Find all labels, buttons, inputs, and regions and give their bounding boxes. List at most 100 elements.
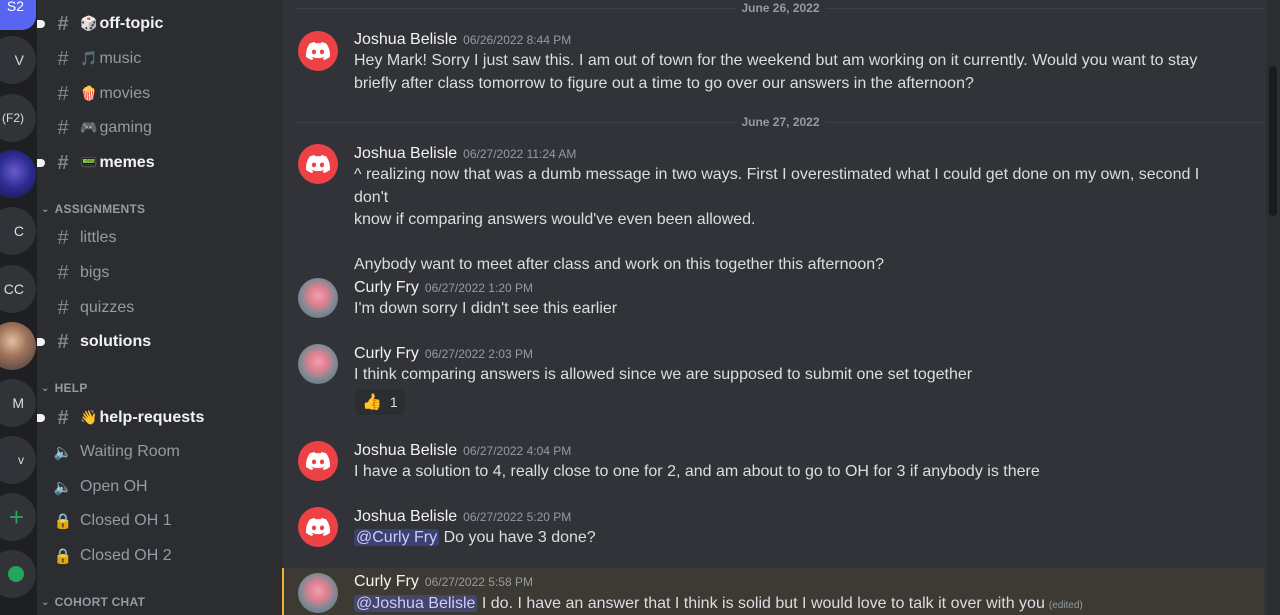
channel-list: # 🎲 off-topic # 🎵 music # 🍿 movies # 🎮 gamin…: [37, 0, 282, 615]
server-icon-s2[interactable]: S2: [0, 0, 36, 30]
channel-movies[interactable]: # 🍿 movies: [45, 78, 273, 110]
chevron-down-icon: ⌄: [41, 596, 50, 608]
username[interactable]: Curly Fry: [354, 279, 419, 296]
message-text: I'm down sorry I didn't see this earlier: [354, 300, 618, 317]
voice-channel-waiting-room[interactable]: 🔈 Waiting Room: [45, 436, 273, 468]
pager-icon: 📟: [80, 154, 98, 170]
hashtag-icon: #: [57, 226, 69, 249]
channel-off-topic[interactable]: # 🎲 off-topic: [37, 8, 273, 40]
channel-gaming[interactable]: # 🎮 gaming: [45, 112, 273, 144]
channel-littles[interactable]: # littles: [45, 222, 273, 254]
voice-channel-open-oh[interactable]: 🔈 Open OH: [45, 471, 273, 503]
explore-servers-button[interactable]: [0, 550, 36, 598]
scrollbar-thumb[interactable]: [1269, 66, 1277, 216]
user-mention[interactable]: @Curly Fry: [354, 529, 440, 546]
channel-bigs[interactable]: # bigs: [45, 257, 273, 289]
avatar[interactable]: [298, 278, 338, 318]
category-cohort-chat[interactable]: ⌄ COHORT CHAT: [41, 595, 145, 609]
message-text: briefly after class tomorrow to figure o…: [354, 74, 974, 92]
thumbs-up-icon: 👍: [362, 394, 382, 411]
user-mention[interactable]: @Joshua Belisle: [354, 595, 478, 612]
username[interactable]: Curly Fry: [354, 345, 419, 362]
avatar[interactable]: [298, 344, 338, 384]
message-text: know if comparing answers would've even …: [354, 211, 756, 228]
hashtag-icon: #: [57, 116, 69, 139]
channel-memes[interactable]: # 📟 memes: [37, 147, 273, 179]
reaction-count: 1: [389, 394, 398, 410]
popcorn-icon: 🍿: [80, 85, 98, 101]
unread-indicator: [37, 159, 45, 167]
date-divider: June 26, 2022: [297, 1, 1264, 15]
username[interactable]: Curly Fry: [354, 573, 419, 590]
compass-icon: [8, 566, 24, 582]
category-help[interactable]: ⌄ HELP: [41, 381, 88, 395]
chevron-down-icon: ⌄: [41, 203, 50, 215]
channel-music[interactable]: # 🎵 music: [45, 43, 273, 75]
username[interactable]: Joshua Belisle: [354, 508, 457, 525]
timestamp: 06/27/2022 5:20 PM: [463, 510, 572, 524]
server-icon-m[interactable]: M: [0, 379, 36, 427]
message-text: Hey Mark! Sorry I just saw this. I am ou…: [354, 52, 1198, 69]
timestamp: 06/27/2022 2:03 PM: [424, 347, 533, 361]
server-icon-v[interactable]: V: [0, 36, 36, 84]
channel-help-requests[interactable]: # 👋 help-requests: [37, 402, 273, 434]
username[interactable]: Joshua Belisle: [354, 442, 457, 459]
channel-solutions[interactable]: # solutions: [37, 326, 273, 358]
discord-logo-icon: [306, 518, 330, 536]
message-text: Anybody want to meet after class and wor…: [354, 256, 885, 273]
date-divider: June 27, 2022: [297, 115, 1264, 129]
hashtag-icon: #: [57, 151, 69, 174]
avatar[interactable]: [298, 441, 338, 481]
voice-channel-closed-oh-2[interactable]: 🔒 Closed OH 2: [45, 540, 273, 572]
chevron-down-icon: ⌄: [41, 382, 50, 394]
message-list: June 26, 2022 Joshua Belisle 06/26/2022 8…: [282, 0, 1280, 615]
unread-indicator: [37, 20, 45, 28]
game-controller-icon: 🎮: [80, 119, 98, 135]
timestamp: 06/27/2022 1:20 PM: [424, 281, 533, 295]
hashtag-icon: #: [57, 12, 69, 35]
server-icon-v-lower[interactable]: v: [0, 436, 36, 484]
server-icon-photo-2[interactable]: [0, 322, 36, 370]
username[interactable]: Joshua Belisle: [354, 145, 457, 162]
server-icon-c[interactable]: C: [0, 207, 36, 255]
server-icon-photo[interactable]: [0, 150, 36, 198]
discord-logo-icon: [306, 42, 330, 60]
message-text: I do. I have an answer that I think is s…: [481, 595, 1045, 612]
timestamp: 06/27/2022 11:24 AM: [463, 147, 577, 161]
scrollbar[interactable]: [1266, 0, 1280, 615]
username[interactable]: Joshua Belisle: [354, 31, 457, 48]
timestamp: 06/26/2022 8:44 PM: [463, 33, 572, 47]
hashtag-icon: #: [57, 261, 69, 284]
category-assignments[interactable]: ⌄ ASSIGNMENTS: [41, 202, 145, 216]
unread-indicator: [37, 338, 45, 346]
timestamp: 06/27/2022 4:04 PM: [463, 444, 572, 458]
hashtag-icon: #: [57, 47, 69, 70]
hashtag-icon: #: [57, 330, 69, 353]
message-text: I have a solution to 4, really close to …: [354, 463, 1040, 480]
message-text: Do you have 3 done?: [443, 529, 596, 546]
hashtag-icon: #: [57, 296, 69, 319]
channel-quizzes[interactable]: # quizzes: [45, 292, 273, 324]
avatar[interactable]: [298, 144, 338, 184]
lock-icon: 🔒: [53, 513, 73, 530]
server-rail: S2 V (F2) C CC M v +: [0, 0, 37, 615]
speaker-icon: 🔈: [53, 444, 73, 461]
speaker-icon: 🔈: [53, 479, 73, 496]
message-text: I think comparing answers is allowed sin…: [354, 366, 973, 383]
edited-label: (edited): [1048, 600, 1083, 611]
avatar[interactable]: [298, 507, 338, 547]
hashtag-icon: #: [57, 82, 69, 105]
unread-indicator: [37, 414, 45, 422]
timestamp: 06/27/2022 5:58 PM: [424, 575, 533, 589]
voice-channel-closed-oh-1[interactable]: 🔒 Closed OH 1: [45, 505, 273, 537]
waving-hand-icon: 👋: [80, 409, 98, 425]
avatar[interactable]: [298, 31, 338, 71]
add-server-button[interactable]: +: [0, 493, 36, 541]
reaction-thumbs-up[interactable]: 👍 1: [354, 389, 406, 415]
dice-icon: 🎲: [80, 15, 98, 31]
server-icon-f2[interactable]: (F2): [0, 94, 36, 142]
server-icon-cc[interactable]: CC: [0, 265, 36, 313]
message-text: ^ realizing now that was a dumb message …: [354, 166, 1200, 206]
avatar[interactable]: [298, 573, 338, 613]
